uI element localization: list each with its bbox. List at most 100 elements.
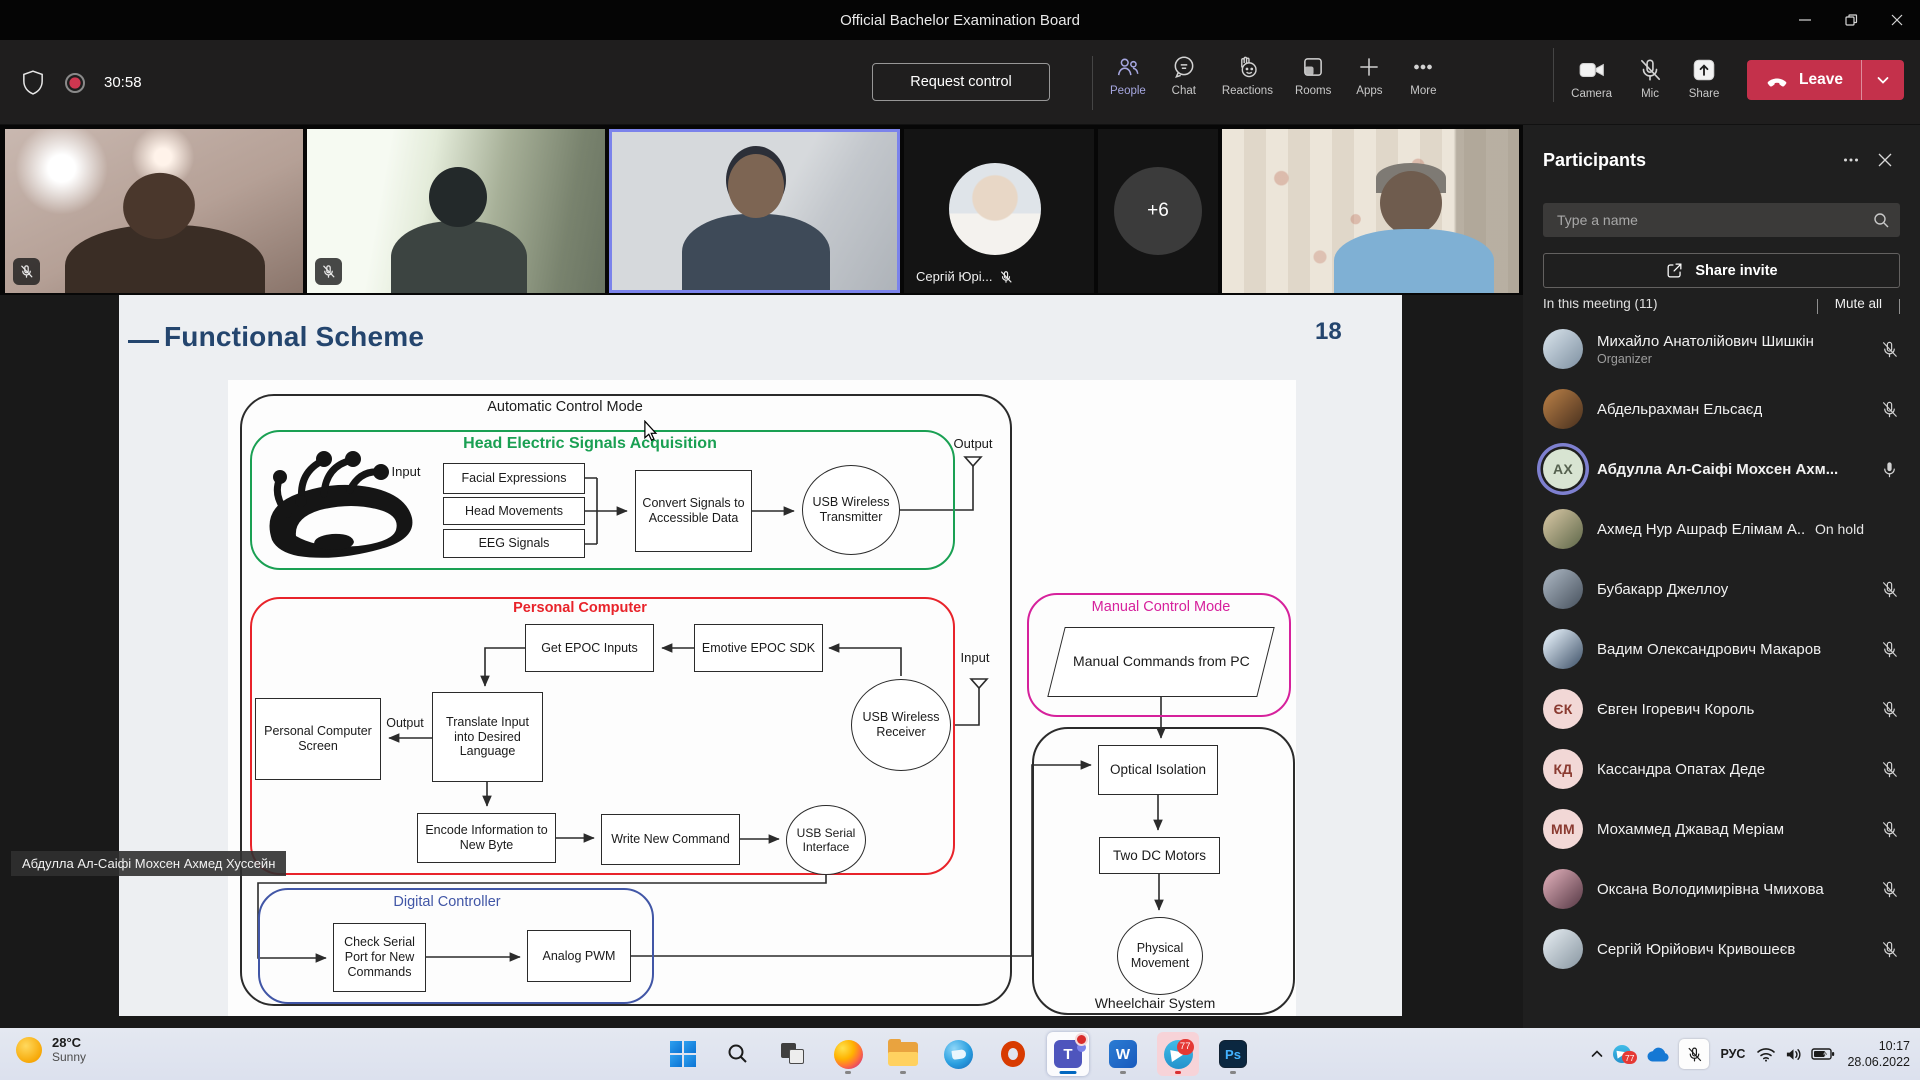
participant-row[interactable]: Абдельрахман Ельсаєд: [1523, 379, 1920, 439]
avatar: [1543, 929, 1583, 969]
box-optical-isolation: Optical Isolation: [1098, 745, 1218, 795]
participant-row[interactable]: Сергій Юрійович Кривошеєв: [1523, 919, 1920, 979]
start-button[interactable]: [662, 1032, 704, 1076]
ellipse-usb-transmitter: USB Wireless Transmitter: [802, 465, 900, 555]
participant-mic-icon[interactable]: [1878, 938, 1900, 960]
video-tile-avatar[interactable]: Сергій Юрі...: [904, 129, 1094, 293]
participant-mic-icon[interactable]: [1878, 398, 1900, 420]
participant-mic-icon[interactable]: [1878, 698, 1900, 720]
avatar: AX: [1543, 449, 1583, 489]
apps-button[interactable]: Apps: [1342, 48, 1396, 97]
taskbar-clock[interactable]: 10:17 28.06.2022: [1843, 1038, 1910, 1071]
participant-row[interactable]: ЄК Євген Ігоревич Король: [1523, 679, 1920, 739]
search-input[interactable]: [1555, 211, 1873, 229]
avatar: [1543, 389, 1583, 429]
speaker-icon: [1784, 1046, 1803, 1063]
share-invite-button[interactable]: Share invite: [1543, 253, 1900, 288]
video-tile-overflow[interactable]: +6: [1098, 129, 1218, 293]
taskbar-search-button[interactable]: [717, 1032, 759, 1076]
share-screen-icon: [1691, 57, 1717, 83]
firefox-icon: [834, 1040, 863, 1069]
camera-button[interactable]: Camera: [1560, 51, 1623, 100]
minimize-button[interactable]: [1782, 0, 1828, 40]
taskbar-file-explorer[interactable]: [882, 1032, 924, 1076]
video-tile-1[interactable]: [5, 129, 303, 293]
tray-wifi[interactable]: [1756, 1046, 1776, 1062]
request-control-button[interactable]: Request control: [872, 63, 1050, 101]
video-tile-3[interactable]: [1222, 129, 1519, 293]
shared-slide: Functional Scheme 18: [119, 295, 1402, 1016]
participant-row[interactable]: Бубакарр Джеллоу: [1523, 559, 1920, 619]
participant-row[interactable]: Ахмед Нур Ашраф Елімам А... On hold: [1523, 499, 1920, 559]
more-button[interactable]: More: [1396, 48, 1450, 97]
participant-mic-icon[interactable]: [1878, 518, 1900, 540]
taskbar-thunderbird[interactable]: [937, 1032, 979, 1076]
participant-row[interactable]: AX Абдулла Ал-Саіфі Мохсен Ахм...: [1523, 439, 1920, 499]
participant-mic-icon[interactable]: [1878, 818, 1900, 840]
participant-mic-icon[interactable]: [1878, 638, 1900, 660]
tray-onedrive[interactable]: [1645, 1045, 1671, 1063]
taskbar-firefox[interactable]: [827, 1032, 869, 1076]
tray-volume[interactable]: [1784, 1046, 1803, 1063]
mute-all-button[interactable]: Mute all: [1817, 299, 1900, 314]
rooms-button[interactable]: Rooms: [1284, 48, 1342, 97]
participant-mic-icon[interactable]: [1878, 578, 1900, 600]
chat-button[interactable]: Chat: [1157, 48, 1211, 97]
participant-name: Бубакарр Джеллоу: [1597, 581, 1728, 598]
participant-row[interactable]: ММ Мохаммед Джавад Меріам: [1523, 799, 1920, 859]
video-tile-2[interactable]: [307, 129, 605, 293]
participant-name: Оксана Володимирівна Чмихова: [1597, 881, 1824, 898]
tray-mic-muted[interactable]: [1679, 1039, 1709, 1069]
restore-button[interactable]: [1828, 0, 1874, 40]
people-button[interactable]: People: [1099, 48, 1157, 97]
avatar: [949, 163, 1041, 255]
participant-search[interactable]: [1543, 203, 1900, 237]
close-button[interactable]: [1874, 0, 1920, 40]
language-indicator[interactable]: РУС: [1717, 1047, 1748, 1061]
participants-panel-title: Participants: [1543, 150, 1834, 171]
telegram-icon: 77: [1613, 1045, 1631, 1063]
label-output-top: Output: [943, 436, 1003, 451]
mic-button[interactable]: Mic: [1623, 51, 1677, 100]
chat-icon: [1171, 54, 1197, 80]
box-convert-signals: Convert Signals to Accessible Data: [635, 470, 752, 552]
leave-options-chevron[interactable]: [1862, 60, 1904, 100]
participant-name: Мохаммед Джавад Меріам: [1597, 821, 1784, 838]
participant-mic-icon[interactable]: [1878, 878, 1900, 900]
leave-button[interactable]: Leave: [1747, 60, 1904, 100]
participant-silhouette: [1380, 171, 1442, 235]
participant-mic-icon[interactable]: [1878, 338, 1900, 360]
mic-muted-icon: [1686, 1046, 1703, 1063]
participant-row[interactable]: Михайло Анатолійович Шишкін Organizer: [1523, 319, 1920, 379]
wifi-icon: [1756, 1046, 1776, 1062]
avatar: [1543, 569, 1583, 609]
participant-name: Євген Ігоревич Король: [1597, 701, 1754, 718]
weather-widget[interactable]: 28°C Sunny: [16, 1035, 86, 1064]
participant-name: Вадим Олександрович Макаров: [1597, 641, 1821, 658]
participant-row[interactable]: Оксана Володимирівна Чмихова: [1523, 859, 1920, 919]
taskbar-photoshop[interactable]: Ps: [1212, 1032, 1254, 1076]
tray-telegram[interactable]: 77: [1613, 1045, 1631, 1063]
box-head-movements: Head Movements: [443, 497, 585, 525]
taskbar-teams-active[interactable]: T: [1047, 1032, 1089, 1076]
box-eeg-signals: EEG Signals: [443, 529, 585, 558]
task-view-button[interactable]: [772, 1032, 814, 1076]
participant-row[interactable]: КД Кассандра Опатах Деде: [1523, 739, 1920, 799]
mic-muted-icon: [999, 270, 1013, 284]
share-button[interactable]: Share: [1677, 51, 1731, 100]
video-tile-active-speaker[interactable]: [609, 129, 900, 293]
participant-mic-icon[interactable]: [1878, 458, 1900, 480]
taskbar-word[interactable]: W: [1102, 1032, 1144, 1076]
reactions-button[interactable]: Reactions: [1211, 48, 1284, 97]
participant-row[interactable]: Вадим Олександрович Макаров: [1523, 619, 1920, 679]
panel-close-button[interactable]: [1868, 146, 1902, 174]
tray-battery[interactable]: [1811, 1047, 1835, 1061]
taskbar-office[interactable]: [992, 1032, 1034, 1076]
telegram-unread-badge: 77: [1622, 1051, 1637, 1064]
participant-mic-icon[interactable]: [1878, 758, 1900, 780]
panel-more-button[interactable]: [1834, 146, 1868, 174]
weather-temperature: 28°C: [52, 1035, 86, 1051]
taskbar-telegram[interactable]: 77: [1157, 1032, 1199, 1076]
weather-description: Sunny: [52, 1051, 86, 1064]
tray-chevron-up[interactable]: [1589, 1046, 1605, 1062]
